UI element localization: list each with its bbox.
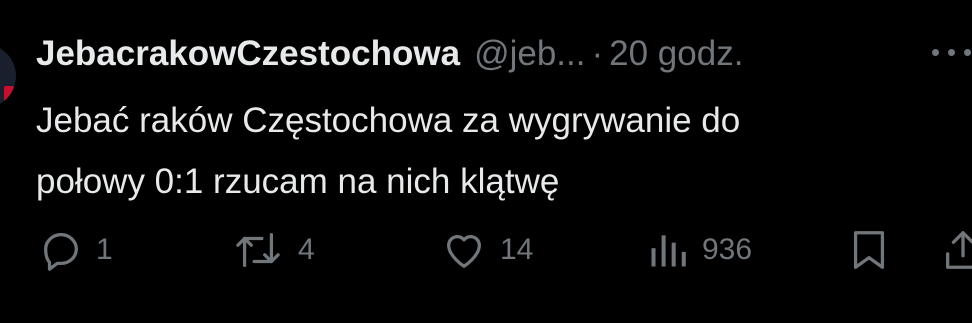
action-bar: 1 4 14 936 bbox=[0, 220, 972, 280]
heart-icon bbox=[447, 235, 481, 268]
reply-button[interactable]: 1 bbox=[38, 220, 113, 280]
retweet-count: 4 bbox=[298, 233, 315, 266]
bookmark-icon bbox=[853, 231, 885, 269]
like-count: 14 bbox=[500, 233, 534, 266]
views-icon bbox=[651, 235, 686, 267]
tweet-header: JebacrakowCzestochowa @jeb... · 20 godz. bbox=[36, 34, 936, 78]
more-icon[interactable] bbox=[932, 42, 972, 62]
share-icon bbox=[946, 231, 972, 269]
author-name[interactable]: JebacrakowCzestochowa bbox=[36, 34, 460, 74]
bookmark-button[interactable] bbox=[846, 220, 892, 280]
reply-icon bbox=[44, 233, 78, 271]
retweet-icon bbox=[236, 233, 280, 267]
separator-dot: · bbox=[591, 34, 604, 73]
tweet-text-line-1: Jebać raków Częstochowa za wygrywanie do bbox=[36, 101, 741, 140]
author-handle[interactable]: @jeb... bbox=[474, 34, 585, 74]
tweet-text: Jebać raków Częstochowa za wygrywanie do… bbox=[36, 90, 956, 212]
views-button[interactable]: 936 bbox=[646, 220, 752, 280]
views-count: 936 bbox=[702, 233, 753, 266]
timestamp[interactable]: 20 godz. bbox=[609, 34, 743, 74]
tweet-text-line-2: połowy 0:1 rzucam na nich klątwę bbox=[36, 162, 560, 201]
share-button[interactable] bbox=[940, 220, 972, 280]
retweet-button[interactable]: 4 bbox=[230, 220, 315, 280]
avatar[interactable] bbox=[0, 44, 16, 108]
like-button[interactable]: 14 bbox=[440, 220, 533, 280]
reply-count: 1 bbox=[96, 233, 113, 266]
